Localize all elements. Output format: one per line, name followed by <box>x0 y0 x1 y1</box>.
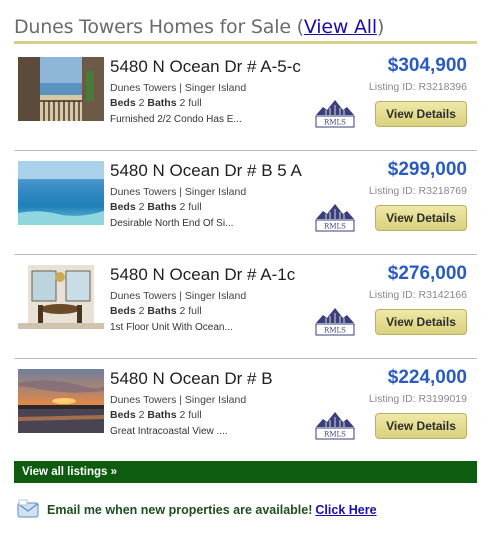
view-details-button[interactable]: View Details <box>375 413 467 439</box>
view-details-button[interactable]: View Details <box>375 205 467 231</box>
svg-text:RMLS: RMLS <box>324 431 346 439</box>
listing-address[interactable]: 5480 N Ocean Dr # B <box>110 369 273 389</box>
listing-id: Listing ID: R3199019 <box>368 393 467 405</box>
listing-description: Desirable North End Of Si... <box>110 218 234 229</box>
listing-beds-baths: Beds 2 Baths 2 full <box>110 409 202 421</box>
rmls-logo-icon: RMLS <box>314 303 356 337</box>
dining-room-photo[interactable] <box>18 265 104 329</box>
listing-id: Listing ID: R3142166 <box>368 289 467 301</box>
listing-item: 5480 N Ocean Dr # B 5 A Dunes Towers | S… <box>14 151 477 255</box>
svg-text:RMLS: RMLS <box>324 327 346 335</box>
widget-header: Dunes Towers Homes for Sale (View All) <box>14 14 477 44</box>
listing-subdivision: Dunes Towers | Singer Island <box>110 82 247 94</box>
rmls-logo-icon: RMLS <box>314 407 356 441</box>
listing-description: 1st Floor Unit With Ocean... <box>110 322 233 333</box>
listing-beds-baths: Beds 2 Baths 2 full <box>110 97 202 109</box>
email-alert-row: Email me when new properties are availab… <box>14 498 477 524</box>
header-title-text: Dunes Towers Homes for Sale <box>14 16 291 38</box>
envelope-icon <box>16 498 40 520</box>
listing-price: $276,000 <box>387 263 467 284</box>
svg-text:RMLS: RMLS <box>324 223 346 231</box>
rmls-logo-icon: RMLS <box>314 199 356 233</box>
listing-id: Listing ID: R3218769 <box>368 185 467 197</box>
listing-address[interactable]: 5480 N Ocean Dr # B 5 A <box>110 161 302 181</box>
listing-address[interactable]: 5480 N Ocean Dr # A-5-c <box>110 57 301 77</box>
listing-address[interactable]: 5480 N Ocean Dr # A-1c <box>110 265 295 285</box>
listing-item: 5480 N Ocean Dr # A-5-c Dunes Towers | S… <box>14 47 477 151</box>
page-title: Dunes Towers Homes for Sale (View All) <box>14 16 385 38</box>
listing-description: Great Intracoastal View .... <box>110 426 228 437</box>
svg-text:RMLS: RMLS <box>324 119 346 127</box>
listing-item: 5480 N Ocean Dr # A-1c Dunes Towers | Si… <box>14 255 477 359</box>
ocean-view-photo[interactable] <box>18 161 104 225</box>
listing-price: $224,000 <box>387 367 467 388</box>
view-details-button[interactable]: View Details <box>375 309 467 335</box>
sunset-photo[interactable] <box>18 369 104 433</box>
listing-subdivision: Dunes Towers | Singer Island <box>110 394 247 406</box>
view-details-button[interactable]: View Details <box>375 101 467 127</box>
view-all-link[interactable]: View All <box>304 16 377 38</box>
email-alert-text: Email me when new properties are availab… <box>47 503 377 517</box>
listing-price: $299,000 <box>387 159 467 180</box>
listing-beds-baths: Beds 2 Baths 2 full <box>110 201 202 213</box>
listing-beds-baths: Beds 2 Baths 2 full <box>110 305 202 317</box>
balcony-ocean-photo[interactable] <box>18 57 104 121</box>
listing-description: Furnished 2/2 Condo Has E... <box>110 114 242 125</box>
listing-price: $304,900 <box>387 55 467 76</box>
rmls-logo-icon: RMLS <box>314 95 356 129</box>
listing-subdivision: Dunes Towers | Singer Island <box>110 290 247 302</box>
email-signup-link[interactable]: Click Here <box>315 503 376 517</box>
listing-item: 5480 N Ocean Dr # B Dunes Towers | Singe… <box>14 359 477 463</box>
listings-widget: Dunes Towers Homes for Sale (View All) 5… <box>0 0 491 553</box>
listing-id: Listing ID: R3218396 <box>368 81 467 93</box>
view-all-listings-bar[interactable]: View all listings » <box>14 461 477 483</box>
listing-subdivision: Dunes Towers | Singer Island <box>110 186 247 198</box>
